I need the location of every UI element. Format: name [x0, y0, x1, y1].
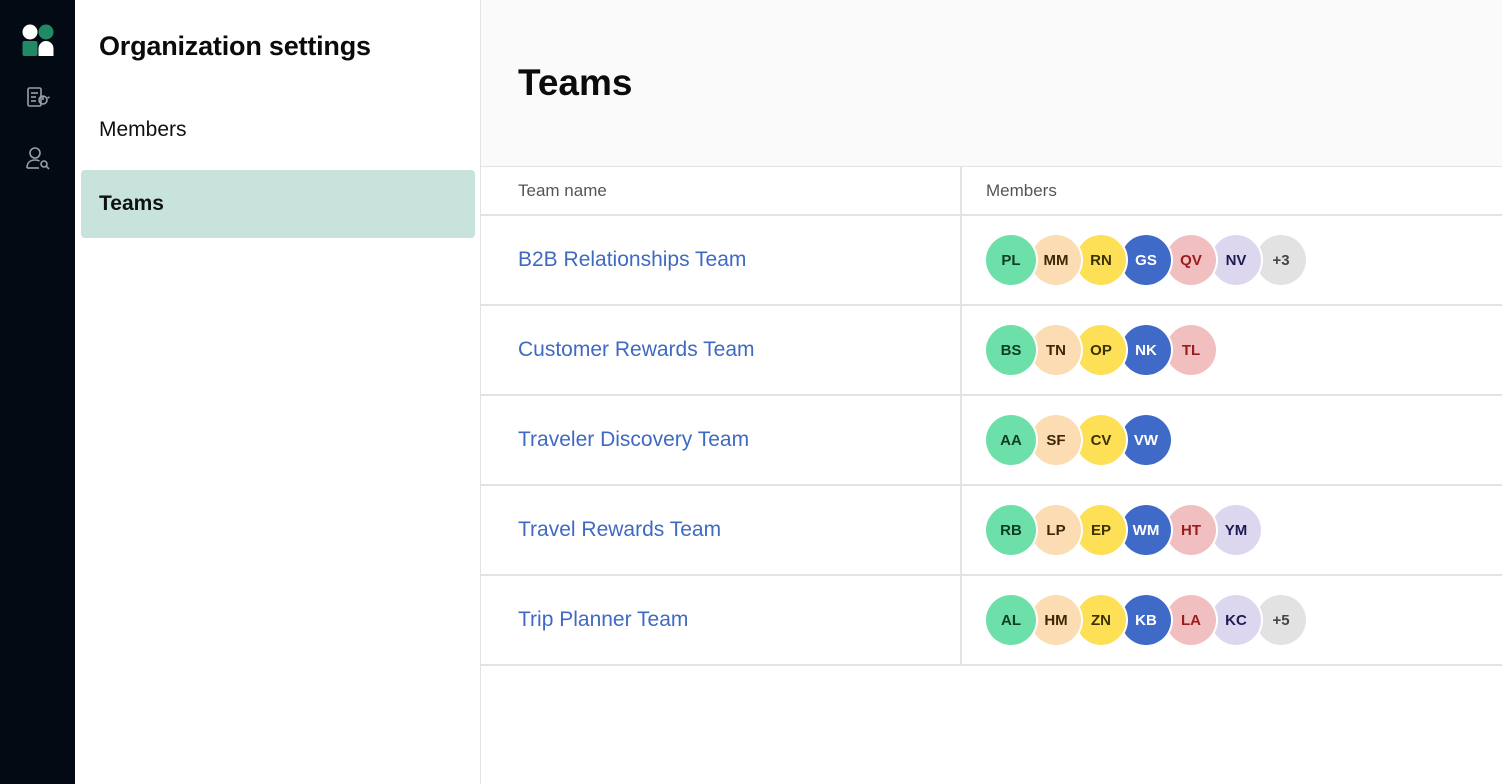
- avatar-stack: AA SF CV VW: [986, 415, 1501, 465]
- team-name-link[interactable]: Customer Rewards Team: [518, 338, 755, 361]
- member-avatar[interactable]: HT: [1166, 505, 1216, 555]
- user-search-icon[interactable]: [24, 144, 52, 172]
- page-title: Teams: [518, 62, 633, 103]
- member-avatar[interactable]: TN: [1031, 325, 1081, 375]
- sidebar-item-members[interactable]: Members: [81, 96, 475, 164]
- team-name-link[interactable]: Traveler Discovery Team: [518, 428, 749, 451]
- member-avatar[interactable]: HM: [1031, 595, 1081, 645]
- team-name-link[interactable]: Trip Planner Team: [518, 608, 688, 631]
- team-name-cell: Travel Rewards Team: [481, 485, 962, 576]
- table-header-row: Team name Members: [481, 167, 1502, 216]
- team-members-cell: BS TN OP NK TL: [961, 305, 1502, 396]
- avatar-stack: AL HM ZN KB LA KC +5: [986, 595, 1501, 645]
- member-avatar[interactable]: KB: [1121, 595, 1171, 645]
- team-members-cell: PL MM RN GS QV NV +3: [961, 215, 1502, 306]
- member-avatar[interactable]: WM: [1121, 505, 1171, 555]
- sidebar-item-teams[interactable]: Teams: [81, 170, 475, 238]
- table-row: Travel Rewards Team RB LP EP WM HT YM: [481, 485, 1502, 576]
- member-avatar[interactable]: EP: [1076, 505, 1126, 555]
- member-avatar[interactable]: YM: [1211, 505, 1261, 555]
- table-row: Trip Planner Team AL HM ZN KB LA KC +5: [481, 575, 1502, 666]
- members-overflow-badge[interactable]: +3: [1256, 235, 1306, 285]
- team-members-cell: AL HM ZN KB LA KC +5: [961, 575, 1502, 666]
- column-header-members: Members: [961, 167, 1502, 216]
- member-avatar[interactable]: AL: [986, 595, 1036, 645]
- members-overflow-badge[interactable]: +5: [1256, 595, 1306, 645]
- table-row: Traveler Discovery Team AA SF CV VW: [481, 395, 1502, 486]
- app-rail: [0, 0, 75, 784]
- member-avatar[interactable]: OP: [1076, 325, 1126, 375]
- member-avatar[interactable]: KC: [1211, 595, 1261, 645]
- member-avatar[interactable]: BS: [986, 325, 1036, 375]
- page-header: Teams: [481, 0, 1502, 167]
- avatar-stack: PL MM RN GS QV NV +3: [986, 235, 1501, 285]
- member-avatar[interactable]: AA: [986, 415, 1036, 465]
- teams-table: Team name Members B2B Relationships Team…: [481, 167, 1502, 666]
- team-members-cell: AA SF CV VW: [961, 395, 1502, 486]
- main-content: Teams Team name Members B2B Relationship…: [481, 0, 1502, 784]
- table-row: Customer Rewards Team BS TN OP NK TL: [481, 305, 1502, 396]
- member-avatar[interactable]: MM: [1031, 235, 1081, 285]
- member-avatar[interactable]: QV: [1166, 235, 1216, 285]
- settings-title: Organization settings: [99, 31, 371, 61]
- settings-sidebar: Organization settings Members Teams: [75, 0, 481, 784]
- member-avatar[interactable]: RN: [1076, 235, 1126, 285]
- member-avatar[interactable]: NK: [1121, 325, 1171, 375]
- member-avatar[interactable]: SF: [1031, 415, 1081, 465]
- member-avatar[interactable]: ZN: [1076, 595, 1126, 645]
- avatar-stack: BS TN OP NK TL: [986, 325, 1501, 375]
- member-avatar[interactable]: GS: [1121, 235, 1171, 285]
- team-name-link[interactable]: B2B Relationships Team: [518, 248, 746, 271]
- member-avatar[interactable]: PL: [986, 235, 1036, 285]
- table-row: B2B Relationships Team PL MM RN GS QV NV +3: [481, 215, 1502, 306]
- team-members-cell: RB LP EP WM HT YM: [961, 485, 1502, 576]
- member-avatar[interactable]: RB: [986, 505, 1036, 555]
- member-avatar[interactable]: CV: [1076, 415, 1126, 465]
- member-avatar[interactable]: NV: [1211, 235, 1261, 285]
- team-name-cell: Trip Planner Team: [481, 575, 962, 666]
- team-name-link[interactable]: Travel Rewards Team: [518, 518, 721, 541]
- column-header-team-name: Team name: [481, 167, 962, 216]
- avatar-stack: RB LP EP WM HT YM: [986, 505, 1501, 555]
- member-avatar[interactable]: VW: [1121, 415, 1171, 465]
- team-name-cell: B2B Relationships Team: [481, 215, 962, 306]
- member-avatar[interactable]: TL: [1166, 325, 1216, 375]
- team-name-cell: Traveler Discovery Team: [481, 395, 962, 486]
- member-avatar[interactable]: LP: [1031, 505, 1081, 555]
- member-avatar[interactable]: LA: [1166, 595, 1216, 645]
- settings-nav: Members Teams: [81, 96, 475, 238]
- app-logo-icon[interactable]: [22, 24, 54, 56]
- reports-icon[interactable]: [24, 84, 52, 112]
- team-name-cell: Customer Rewards Team: [481, 305, 962, 396]
